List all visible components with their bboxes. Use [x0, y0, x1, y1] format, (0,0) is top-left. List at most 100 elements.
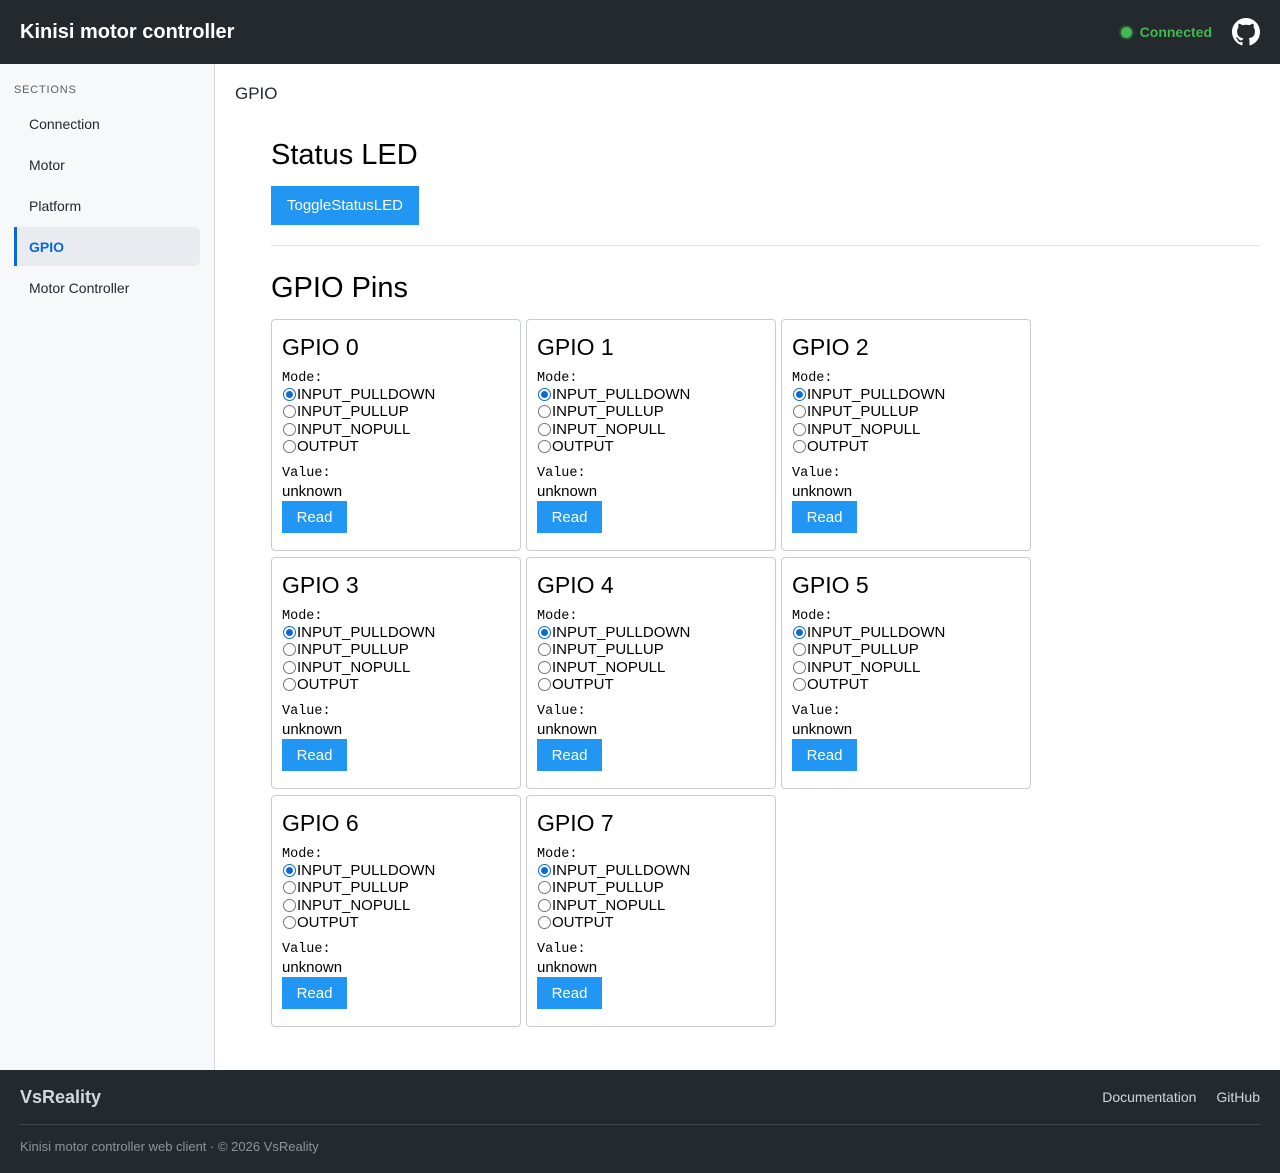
mode-radio[interactable]: [793, 660, 806, 674]
read-button[interactable]: Read: [537, 739, 602, 772]
mode-radio[interactable]: [283, 626, 296, 640]
mode-option[interactable]: OUTPUT: [537, 676, 765, 693]
mode-option[interactable]: INPUT_NOPULL: [537, 659, 765, 676]
sidebar-item-platform[interactable]: Platform: [14, 186, 200, 225]
mode-option[interactable]: OUTPUT: [792, 676, 1020, 693]
mode-radio[interactable]: [538, 626, 551, 640]
github-link[interactable]: [1232, 18, 1260, 46]
pin-value: unknown: [792, 483, 853, 501]
mode-option[interactable]: OUTPUT: [282, 914, 510, 931]
mode-option[interactable]: INPUT_PULLDOWN: [537, 862, 765, 879]
mode-option[interactable]: INPUT_NOPULL: [792, 421, 1020, 438]
mode-radio[interactable]: [538, 405, 551, 419]
mode-option[interactable]: INPUT_NOPULL: [792, 659, 1020, 676]
mode-radio[interactable]: [283, 422, 296, 436]
mode-radio[interactable]: [283, 678, 296, 692]
pin-value: unknown: [282, 721, 343, 739]
mode-radio[interactable]: [793, 678, 806, 692]
mode-radio[interactable]: [793, 440, 806, 454]
mode-radio[interactable]: [283, 881, 296, 895]
mode-radio[interactable]: [538, 898, 551, 912]
mode-option-label: INPUT_PULLDOWN: [297, 862, 436, 880]
sidebar-item-gpio[interactable]: GPIO: [14, 227, 200, 266]
toggle-status-led-button[interactable]: ToggleStatusLED: [271, 186, 419, 225]
mode-radio[interactable]: [793, 422, 806, 436]
mode-radio[interactable]: [283, 916, 296, 930]
read-button[interactable]: Read: [282, 977, 347, 1010]
mode-label: Mode:: [537, 609, 578, 624]
mode-radio[interactable]: [793, 405, 806, 419]
mode-radio[interactable]: [793, 626, 806, 640]
gpio-pins-section: GPIO Pins GPIO 0 Mode: INPUT_PULLDOWN INPUT…: [271, 272, 1260, 1027]
mode-option[interactable]: INPUT_PULLUP: [792, 403, 1020, 420]
mode-radio[interactable]: [283, 898, 296, 912]
mode-option[interactable]: OUTPUT: [282, 676, 510, 693]
read-button[interactable]: Read: [537, 501, 602, 534]
mode-option[interactable]: INPUT_NOPULL: [282, 897, 510, 914]
footer-link-documentation[interactable]: Documentation: [1102, 1089, 1196, 1105]
value-label: Value:: [282, 704, 331, 720]
sidebar-item-connection[interactable]: Connection: [14, 104, 200, 143]
mode-option[interactable]: INPUT_PULLDOWN: [537, 386, 765, 403]
read-button[interactable]: Read: [282, 501, 347, 534]
mode-radio[interactable]: [283, 405, 296, 419]
mode-option[interactable]: OUTPUT: [792, 438, 1020, 455]
mode-option[interactable]: INPUT_NOPULL: [282, 421, 510, 438]
mode-radio[interactable]: [538, 916, 551, 930]
mode-radio[interactable]: [538, 422, 551, 436]
mode-radio[interactable]: [283, 440, 296, 454]
mode-option[interactable]: INPUT_PULLDOWN: [282, 386, 510, 403]
mode-radio[interactable]: [538, 660, 551, 674]
value-label: Value:: [792, 704, 841, 720]
mode-option[interactable]: INPUT_PULLUP: [792, 641, 1020, 658]
mode-option[interactable]: INPUT_PULLDOWN: [792, 624, 1020, 641]
mode-radio[interactable]: [283, 643, 296, 657]
mode-option-label: INPUT_PULLUP: [552, 403, 664, 421]
mode-option-label: INPUT_PULLUP: [297, 641, 409, 659]
gpio-pin-card: GPIO 7 Mode: INPUT_PULLDOWN INPUT_PULLUP INP…: [526, 795, 776, 1027]
mode-option[interactable]: INPUT_PULLDOWN: [537, 624, 765, 641]
mode-radio[interactable]: [538, 388, 551, 402]
sidebar-item-motor[interactable]: Motor: [14, 145, 200, 184]
mode-option[interactable]: INPUT_PULLUP: [537, 641, 765, 658]
status-dot-icon: [1120, 26, 1132, 38]
mode-option[interactable]: INPUT_PULLUP: [282, 879, 510, 896]
mode-radio[interactable]: [538, 678, 551, 692]
mode-radio[interactable]: [283, 864, 296, 878]
value-label: Value:: [537, 942, 586, 958]
read-button[interactable]: Read: [792, 501, 857, 534]
mode-radio[interactable]: [538, 643, 551, 657]
mode-radio[interactable]: [538, 864, 551, 878]
mode-option[interactable]: INPUT_NOPULL: [282, 659, 510, 676]
mode-radio[interactable]: [793, 388, 806, 402]
sidebar-item-motor-controller[interactable]: Motor Controller: [14, 268, 200, 307]
mode-option[interactable]: INPUT_NOPULL: [537, 421, 765, 438]
mode-option-label: INPUT_NOPULL: [297, 658, 411, 676]
mode-radio[interactable]: [538, 881, 551, 895]
read-button[interactable]: Read: [537, 977, 602, 1010]
read-button[interactable]: Read: [792, 739, 857, 772]
mode-radio[interactable]: [538, 440, 551, 454]
gpio-pin-card: GPIO 3 Mode: INPUT_PULLDOWN INPUT_PULLUP INP…: [271, 557, 521, 789]
gpio-pin-card: GPIO 6 Mode: INPUT_PULLDOWN INPUT_PULLUP INP…: [271, 795, 521, 1027]
mode-option[interactable]: INPUT_PULLUP: [282, 641, 510, 658]
mode-option[interactable]: INPUT_PULLDOWN: [792, 386, 1020, 403]
gpio-pin-card: GPIO 4 Mode: INPUT_PULLDOWN INPUT_PULLUP INP…: [526, 557, 776, 789]
mode-option[interactable]: INPUT_PULLUP: [282, 403, 510, 420]
mode-option[interactable]: INPUT_PULLDOWN: [282, 624, 510, 641]
gpio-pin-title: GPIO 1: [537, 334, 614, 360]
read-button[interactable]: Read: [282, 739, 347, 772]
mode-option[interactable]: INPUT_PULLUP: [537, 879, 765, 896]
footer-link-github[interactable]: GitHub: [1216, 1089, 1260, 1105]
mode-option[interactable]: INPUT_NOPULL: [537, 897, 765, 914]
mode-radio[interactable]: [283, 660, 296, 674]
mode-option[interactable]: OUTPUT: [282, 438, 510, 455]
mode-option[interactable]: INPUT_PULLDOWN: [282, 862, 510, 879]
mode-radio[interactable]: [283, 388, 296, 402]
sidebar-heading: SECTIONS: [14, 84, 77, 96]
mode-radio[interactable]: [793, 643, 806, 657]
mode-option[interactable]: OUTPUT: [537, 438, 765, 455]
mode-option[interactable]: INPUT_PULLUP: [537, 403, 765, 420]
mode-option[interactable]: OUTPUT: [537, 914, 765, 931]
gpio-pins-title: GPIO Pins: [271, 272, 408, 304]
